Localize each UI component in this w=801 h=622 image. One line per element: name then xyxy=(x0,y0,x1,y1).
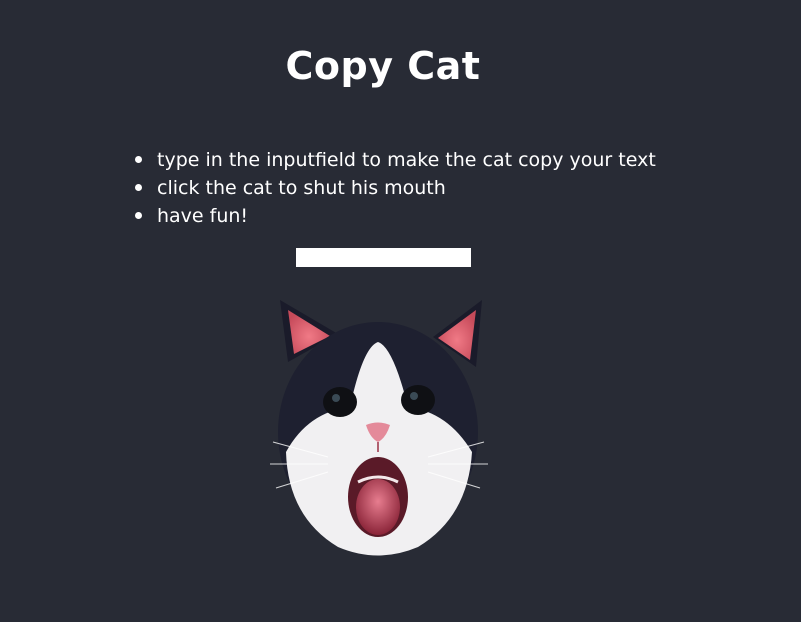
page-title: Copy Cat xyxy=(285,44,481,88)
instruction-text: type in the inputfield to make the cat c… xyxy=(157,149,656,171)
list-item: click the cat to shut his mouth xyxy=(134,174,656,202)
instruction-text: click the cat to shut his mouth xyxy=(157,177,446,199)
bullet-icon xyxy=(135,156,142,163)
list-item: type in the inputfield to make the cat c… xyxy=(134,146,656,174)
bullet-icon xyxy=(135,184,142,191)
list-item: have fun! xyxy=(134,202,656,230)
cat-image[interactable] xyxy=(258,292,498,562)
instruction-text: have fun! xyxy=(157,205,249,227)
bullet-icon xyxy=(135,212,142,219)
cat-face-icon xyxy=(270,300,488,556)
instructions-list: type in the inputfield to make the cat c… xyxy=(134,146,656,230)
text-input[interactable] xyxy=(296,248,471,267)
